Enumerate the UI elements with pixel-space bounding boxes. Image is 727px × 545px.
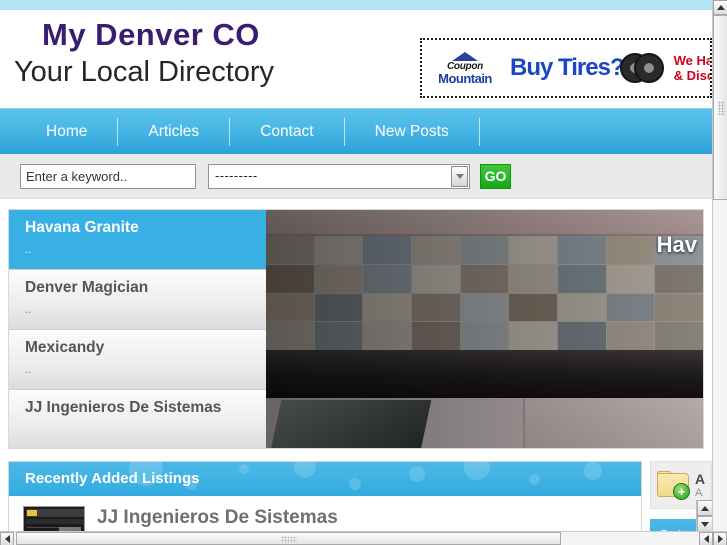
category-select[interactable]: --------- [208, 163, 470, 189]
add-listing-title: A [695, 471, 706, 487]
coupon-mountain-logo: Coupon Mountain [428, 51, 502, 86]
mountain-icon [452, 51, 478, 61]
nav-item-articles[interactable]: Articles [118, 109, 229, 155]
recently-added-list: JJ Ingenieros De Sistemas [9, 496, 641, 531]
featured-listings-slider: Havana Granite .. Denver Magician .. Mex… [8, 209, 704, 449]
vertical-scrollbar-thumb[interactable] [713, 15, 727, 200]
slider-item-title: Mexicandy [25, 339, 105, 356]
browser-viewport: My Denver CO Your Local Directory Coupon… [0, 0, 727, 545]
top-accent-strip [0, 0, 712, 10]
logo-tagline: Your Local Directory [14, 56, 275, 88]
banner-ad[interactable]: Coupon Mountain Buy Tires? We Have Free … [420, 38, 712, 98]
recently-added-header: Recently Added Listings [9, 462, 641, 496]
slider-item-mexicandy[interactable]: Mexicandy .. [9, 330, 266, 390]
scroll-right-button[interactable] [713, 531, 727, 545]
nav-item-contact[interactable]: Contact [230, 109, 343, 155]
go-button[interactable]: GO [480, 163, 511, 189]
lower-content: Recently Added Listings JJ Ingenieros De… [8, 461, 712, 531]
horizontal-scrollbar[interactable] [0, 531, 727, 545]
ad-promo-line1: We Have Free [673, 53, 712, 68]
listing-thumbnail[interactable] [23, 506, 85, 531]
tire-icon [619, 51, 666, 85]
site-header: My Denver CO Your Local Directory Coupon… [0, 10, 712, 108]
ad-headline: Buy Tires? [510, 54, 625, 81]
scrollbar-grip-icon [718, 100, 725, 115]
inner-scroll-down-button[interactable] [697, 516, 712, 531]
add-listing-subtitle: A [695, 487, 703, 499]
scrollbar-grip-icon [280, 536, 297, 543]
slider-item-list: Havana Granite .. Denver Magician .. Mex… [9, 210, 285, 448]
nav-separator [478, 117, 480, 146]
slider-item-subtitle: .. [25, 302, 32, 316]
slider-item-jj-ingenieros[interactable]: JJ Ingenieros De Sistemas [9, 390, 266, 448]
chevron-down-icon[interactable] [451, 165, 468, 187]
photo-overlay [266, 210, 703, 448]
scroll-up-button[interactable] [713, 0, 727, 15]
inner-vertical-scrollbar[interactable] [696, 500, 712, 531]
vertical-scrollbar[interactable] [712, 0, 727, 531]
logo-title: My Denver CO [42, 17, 260, 52]
horizontal-scrollbar-thumb[interactable] [16, 532, 561, 545]
ad-promo-line2: & Discoun [673, 68, 710, 83]
site-logo[interactable]: My Denver CO Your Local Directory [14, 16, 414, 90]
page-content: My Denver CO Your Local Directory Coupon… [0, 0, 712, 531]
featured-listing-photo[interactable]: Hav [266, 210, 703, 448]
slider-item-title: Havana Granite [25, 219, 139, 236]
recently-added-panel: Recently Added Listings JJ Ingenieros De… [8, 461, 642, 531]
ad-promo-text: We Have Free & Discoun [673, 53, 712, 83]
slider-item-subtitle: .. [25, 362, 32, 376]
recently-added-title: Recently Added Listings [25, 470, 200, 487]
listing-title[interactable]: JJ Ingenieros De Sistemas [97, 506, 338, 531]
slider-item-havana-granite[interactable]: Havana Granite .. [9, 210, 285, 270]
nav-item-new-posts[interactable]: New Posts [345, 109, 479, 155]
nav-item-home[interactable]: Home [16, 109, 117, 155]
inner-scroll-up-button[interactable] [697, 500, 712, 516]
slider-item-subtitle: .. [25, 242, 32, 256]
keyword-search-input[interactable] [20, 163, 196, 189]
main-navigation: Home Articles Contact New Posts [0, 108, 712, 154]
search-bar: --------- GO [0, 154, 712, 199]
slider-item-title: Denver Magician [25, 279, 149, 296]
ad-brand-top: Coupon [447, 60, 483, 72]
folder-add-icon: + [657, 471, 691, 500]
featured-photo-caption: Hav [656, 232, 697, 257]
ad-brand-bottom: Mountain [438, 70, 492, 86]
slider-item-denver-magician[interactable]: Denver Magician .. [9, 270, 266, 330]
slider-item-title: JJ Ingenieros De Sistemas [25, 399, 222, 416]
scroll-left-button[interactable] [0, 531, 14, 545]
scroll-left-button-right[interactable] [699, 531, 713, 545]
category-select-value: --------- [215, 167, 258, 183]
